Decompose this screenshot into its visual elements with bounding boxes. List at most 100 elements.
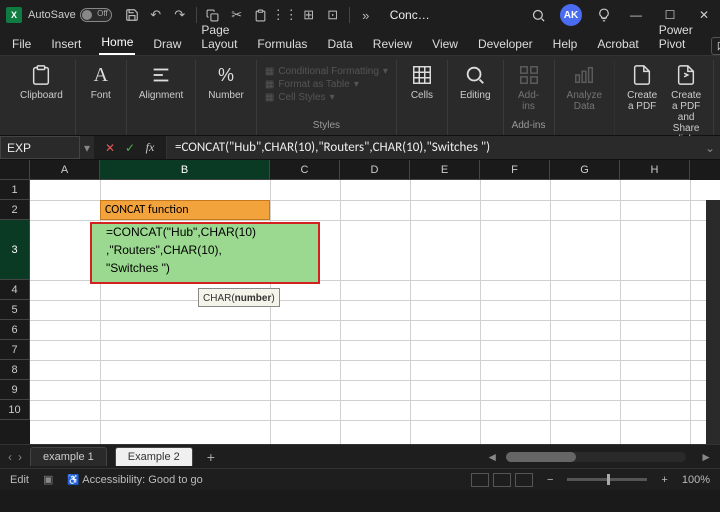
col-header-F[interactable]: F [480, 160, 550, 180]
close-button[interactable]: ✕ [694, 5, 714, 25]
col-header-A[interactable]: A [30, 160, 100, 180]
tab-acrobat[interactable]: Acrobat [595, 33, 640, 55]
ribbon: Clipboard A Font Alignment % Number [0, 56, 720, 136]
accessibility-status[interactable]: ♿ Accessibility: Good to go [67, 474, 202, 486]
sheet-tab-example1[interactable]: example 1 [30, 447, 107, 466]
overflow-icon[interactable]: » [358, 7, 374, 23]
alignment-button[interactable]: Alignment [135, 60, 187, 103]
lightbulb-icon[interactable] [596, 7, 612, 23]
group-adobe: Createa PDF Create a PDFand Share link A… [615, 60, 714, 135]
create-pdf-button[interactable]: Createa PDF [623, 60, 661, 114]
sheet-tab-example2[interactable]: Example 2 [115, 447, 193, 466]
conditional-formatting-button[interactable]: ▦Conditional Formatting▾ [265, 66, 388, 77]
tab-developer[interactable]: Developer [476, 33, 535, 55]
name-box[interactable]: EXP [0, 136, 80, 159]
tab-view[interactable]: View [430, 33, 460, 55]
hscroll-left-icon[interactable]: ◄ [486, 450, 498, 464]
minimize-button[interactable]: — [626, 5, 646, 25]
tab-review[interactable]: Review [371, 33, 414, 55]
group-cells: Cells [397, 60, 448, 135]
addins-button[interactable]: Add-ins [512, 60, 546, 114]
row-header-10[interactable]: 10 [0, 400, 30, 420]
enter-formula-button[interactable]: ✓ [122, 140, 138, 156]
autosave-toggle[interactable]: AutoSave Off [28, 8, 112, 22]
col-header-B[interactable]: B [100, 160, 270, 180]
analyze-button[interactable]: AnalyzeData [563, 60, 607, 114]
spreadsheet-grid: A B C D E F G H 1 2 3 4 5 6 7 8 9 10 CON… [0, 160, 720, 444]
sheet-nav-prev-icon[interactable]: ‹ [8, 450, 12, 464]
undo-icon[interactable]: ↶ [148, 7, 164, 23]
tab-home[interactable]: Home [99, 31, 135, 55]
tab-insert[interactable]: Insert [49, 33, 83, 55]
row-header-7[interactable]: 7 [0, 340, 30, 360]
editing-button[interactable]: Editing [456, 60, 495, 103]
cell-B3-selection [90, 222, 320, 284]
tab-page-layout[interactable]: Page Layout [199, 19, 239, 55]
normal-view-button[interactable] [471, 473, 489, 487]
mode-indicator: Edit [10, 474, 29, 486]
create-pdf-share-button[interactable]: Create a PDFand Share link [667, 60, 705, 147]
col-header-G[interactable]: G [550, 160, 620, 180]
paste-button[interactable]: Clipboard [16, 60, 67, 103]
font-button[interactable]: A Font [84, 60, 118, 103]
cancel-formula-button[interactable]: ✕ [102, 140, 118, 156]
page-break-view-button[interactable] [515, 473, 533, 487]
tab-data[interactable]: Data [325, 33, 354, 55]
qat-icon-2[interactable]: ⊞ [301, 7, 317, 23]
vertical-scrollbar[interactable] [706, 200, 720, 444]
sheet-nav-next-icon[interactable]: › [18, 450, 22, 464]
paste-icon[interactable] [253, 7, 269, 23]
toggle-switch[interactable]: Off [80, 8, 112, 22]
search-icon[interactable] [530, 7, 546, 23]
tab-file[interactable]: File [10, 33, 33, 55]
select-all-corner[interactable] [0, 160, 30, 180]
page-layout-view-button[interactable] [493, 473, 511, 487]
formula-input[interactable]: =CONCAT("Hub",CHAR(10),"Routers",CHAR(10… [167, 136, 700, 159]
insert-function-button[interactable]: fx [142, 140, 158, 156]
sheet-tab-bar: ‹ › example 1 Example 2 + ◄ ► [0, 444, 720, 468]
user-avatar[interactable]: AK [560, 4, 582, 26]
zoom-out-button[interactable]: − [547, 474, 553, 486]
add-sheet-button[interactable]: + [201, 449, 221, 465]
document-name[interactable]: Conc… [390, 8, 430, 22]
format-as-table-button[interactable]: ▦Format as Table▾ [265, 79, 388, 90]
cells-button[interactable]: Cells [405, 60, 439, 103]
namebox-dropdown-icon[interactable]: ▾ [80, 136, 94, 159]
tab-formulas[interactable]: Formulas [255, 33, 309, 55]
row-header-8[interactable]: 8 [0, 360, 30, 380]
col-header-E[interactable]: E [410, 160, 480, 180]
row-header-4[interactable]: 4 [0, 280, 30, 300]
expand-formula-bar-icon[interactable]: ⌄ [700, 136, 720, 159]
horizontal-scrollbar[interactable] [506, 452, 686, 462]
col-header-D[interactable]: D [340, 160, 410, 180]
cell-B2[interactable]: CONCAT function [100, 200, 270, 220]
col-header-H[interactable]: H [620, 160, 690, 180]
row-header-5[interactable]: 5 [0, 300, 30, 320]
cell-styles-button[interactable]: ▦Cell Styles▾ [265, 92, 388, 103]
row-header-1[interactable]: 1 [0, 180, 30, 200]
zoom-in-button[interactable]: + [661, 474, 667, 486]
tab-help[interactable]: Help [551, 33, 580, 55]
col-header-C[interactable]: C [270, 160, 340, 180]
save-icon[interactable] [124, 7, 140, 23]
create-pdf-label: Createa PDF [627, 90, 657, 112]
qat-icon-3[interactable]: ⊡ [325, 7, 341, 23]
row-header-3[interactable]: 3 [0, 220, 30, 280]
qat-icon-1[interactable]: ⋮⋮ [277, 7, 293, 23]
collapse-ribbon-icon[interactable]: ⌃ [714, 60, 720, 135]
tab-power-pivot[interactable]: Power Pivot [657, 19, 695, 55]
redo-icon[interactable]: ↷ [172, 7, 188, 23]
excel-logo-icon: X [6, 7, 22, 23]
view-buttons [471, 473, 533, 487]
tab-draw[interactable]: Draw [151, 33, 183, 55]
row-header-6[interactable]: 6 [0, 320, 30, 340]
comments-button[interactable] [711, 37, 720, 55]
cells-area[interactable]: CONCAT function =CONCAT("Hub",CHAR(10) ,… [30, 180, 720, 444]
zoom-slider[interactable] [567, 478, 647, 481]
zoom-level[interactable]: 100% [682, 474, 710, 486]
hscroll-right-icon[interactable]: ► [700, 450, 712, 464]
row-header-9[interactable]: 9 [0, 380, 30, 400]
number-button[interactable]: % Number [204, 60, 248, 103]
row-header-2[interactable]: 2 [0, 200, 30, 220]
macro-record-icon[interactable]: ▣ [43, 473, 53, 486]
